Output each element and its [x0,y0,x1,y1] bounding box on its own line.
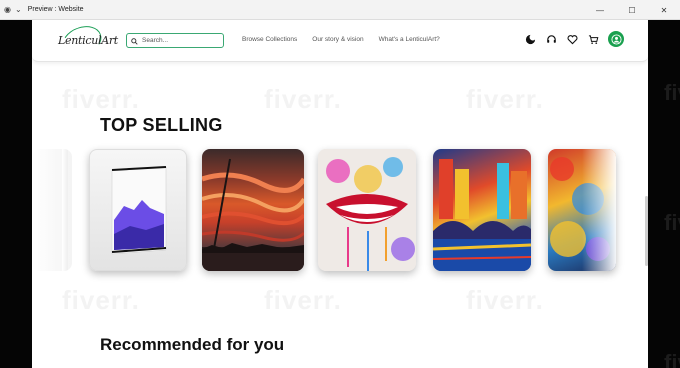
card-edge [62,149,68,271]
maximize-button[interactable]: ☐ [616,0,648,20]
logo[interactable]: LenticulArt [56,21,118,61]
right-margin: fiverr. fiverr. fiverr. [648,20,680,368]
top-selling-heading: TOP SELLING [100,115,223,135]
search-icon [131,32,138,50]
logo-text: LenticulArt [58,34,118,47]
page-scrollbar[interactable] [645,196,648,266]
headset-icon[interactable] [545,33,558,46]
watermark: fiverr. [664,80,680,105]
navbar: LenticulArt Browse Collections Our story… [32,20,648,62]
product-card[interactable] [433,149,531,271]
nav-icons [524,31,624,47]
left-margin [0,20,32,368]
nav-link-our-story[interactable]: Our story & vision [312,36,363,43]
watermark: fiverr. [466,84,544,114]
watermark: fiverr. [264,84,342,114]
product-card-partial[interactable] [32,149,72,271]
app-icon: ◉ [4,5,11,14]
chevron-down-icon[interactable]: ⌄ [15,5,22,14]
heart-icon[interactable] [566,33,579,46]
website-page: fiverr. fiverr. fiverr. fiverr. fiverr. … [32,20,648,368]
product-card[interactable] [202,149,304,271]
watermark: fiverr. [264,285,342,315]
window-titlebar: ◉ ⌄ Preview : Website — ☐ ✕ [0,0,680,20]
product-card[interactable] [89,149,187,271]
recommended-heading: Recommended for you [100,335,285,354]
watermark: fiverr. [466,285,544,315]
cart-icon[interactable] [587,33,600,46]
watermark: fiverr. [664,210,680,235]
watermark: fiverr. [664,350,680,368]
nav-links: Browse Collections Our story & vision Wh… [242,36,440,43]
product-image [318,149,416,271]
product-card-partial[interactable] [548,149,616,271]
nav-link-browse-collections[interactable]: Browse Collections [242,36,297,43]
search-input[interactable] [142,37,218,44]
minimize-button[interactable]: — [584,0,616,20]
watermark: fiverr. [62,84,140,114]
close-button[interactable]: ✕ [648,0,680,20]
card-fade [582,149,616,271]
user-avatar-icon[interactable] [608,31,624,47]
window-title: Preview : Website [27,6,84,13]
product-image [111,166,167,255]
watermark: fiverr. [62,285,140,315]
product-card[interactable] [318,149,416,271]
top-selling-carousel[interactable] [32,146,648,276]
search-box[interactable] [126,33,224,48]
product-image [433,159,531,271]
moon-icon[interactable] [524,33,537,46]
nav-link-whats-lenticulart[interactable]: What's a LenticulArt? [379,36,440,43]
product-image [202,158,304,271]
